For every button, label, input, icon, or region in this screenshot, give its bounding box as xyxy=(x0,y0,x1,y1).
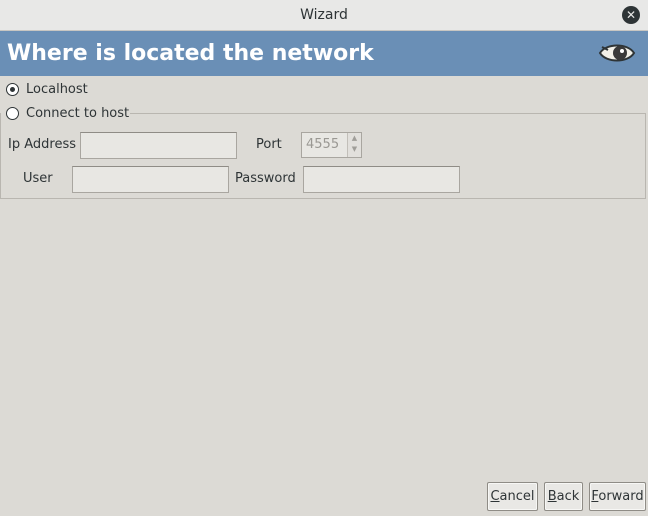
back-button[interactable]: Back xyxy=(544,482,583,511)
cancel-label: ancel xyxy=(499,489,535,504)
back-label: ack xyxy=(556,489,580,504)
port-label: Port xyxy=(256,137,282,152)
back-mnemonic: B xyxy=(547,489,557,504)
cancel-button[interactable]: Cancel xyxy=(487,482,538,511)
radio-connect-label: Connect to host xyxy=(26,105,130,121)
port-spinbutton[interactable]: 4555 ▲ ▼ xyxy=(301,132,362,158)
ip-address-field[interactable] xyxy=(80,132,237,159)
radio-connect-to-host[interactable]: Connect to host xyxy=(6,104,129,122)
spin-up-icon[interactable]: ▲ xyxy=(348,133,361,144)
spin-arrows[interactable]: ▲ ▼ xyxy=(347,133,361,157)
spin-down-icon[interactable]: ▼ xyxy=(348,144,361,155)
user-field[interactable] xyxy=(72,166,229,193)
radio-localhost-indicator[interactable] xyxy=(6,82,19,96)
port-value[interactable]: 4555 xyxy=(306,137,339,152)
password-label: Password xyxy=(235,171,296,186)
title-bar: Wizard ✕ xyxy=(0,0,648,31)
radio-localhost-label: Localhost xyxy=(26,81,88,97)
cancel-mnemonic: C xyxy=(490,489,500,504)
forward-label: orward xyxy=(598,489,644,504)
close-icon[interactable]: ✕ xyxy=(622,6,640,24)
radio-connect-indicator[interactable] xyxy=(6,106,19,120)
window-title: Wizard xyxy=(300,7,348,23)
eye-icon xyxy=(598,44,636,62)
user-label: User xyxy=(23,171,53,186)
ip-address-label: Ip Address xyxy=(8,137,76,152)
radio-localhost[interactable]: Localhost xyxy=(6,80,88,98)
page-heading: Where is located the network xyxy=(7,41,374,66)
password-field[interactable] xyxy=(303,166,460,193)
forward-button[interactable]: Forward xyxy=(589,482,646,511)
wizard-banner: Where is located the network xyxy=(0,31,648,76)
